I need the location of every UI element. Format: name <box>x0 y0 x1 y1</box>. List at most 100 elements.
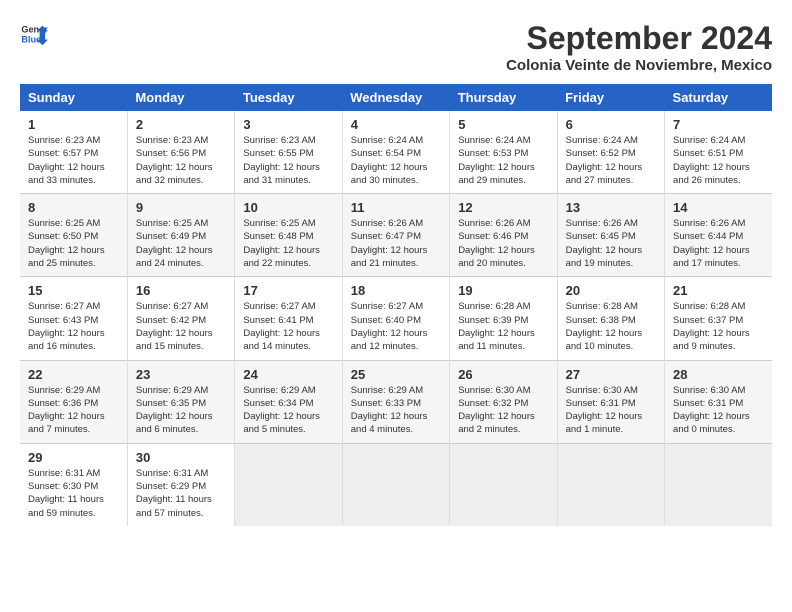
calendar-cell: 24 Sunrise: 6:29 AMSunset: 6:34 PMDayligh… <box>235 360 342 443</box>
calendar-cell: 30 Sunrise: 6:31 AMSunset: 6:29 PMDayligh… <box>127 443 234 526</box>
day-info: Sunrise: 6:26 AMSunset: 6:44 PMDaylight:… <box>673 217 764 270</box>
day-info: Sunrise: 6:24 AMSunset: 6:52 PMDaylight:… <box>566 134 656 187</box>
day-info: Sunrise: 6:28 AMSunset: 6:39 PMDaylight:… <box>458 300 548 353</box>
calendar-cell: 8 Sunrise: 6:25 AMSunset: 6:50 PMDaylight… <box>20 194 127 277</box>
calendar-cell: 21Sunrise: 6:28 AMSunset: 6:37 PMDayligh… <box>665 277 772 360</box>
calendar-subtitle: Colonia Veinte de Noviembre, Mexico <box>506 57 772 74</box>
day-number: 10 <box>243 200 333 215</box>
day-info: Sunrise: 6:31 AMSunset: 6:29 PMDaylight:… <box>136 467 226 520</box>
logo: General Blue <box>20 20 48 48</box>
calendar-cell: 16Sunrise: 6:27 AMSunset: 6:42 PMDayligh… <box>127 277 234 360</box>
day-number: 27 <box>566 367 656 382</box>
day-number: 9 <box>136 200 226 215</box>
calendar-week-row: 1Sunrise: 6:23 AMSunset: 6:57 PMDaylight… <box>20 111 772 194</box>
calendar-cell <box>450 443 557 526</box>
day-info: Sunrise: 6:27 AMSunset: 6:41 PMDaylight:… <box>243 300 333 353</box>
calendar-cell: 12 Sunrise: 6:26 AMSunset: 6:46 PMDayligh… <box>450 194 557 277</box>
calendar-cell: 7 Sunrise: 6:24 AMSunset: 6:51 PMDaylight… <box>665 111 772 194</box>
day-number: 18 <box>351 283 441 298</box>
day-number: 6 <box>566 117 656 132</box>
svg-text:Blue: Blue <box>21 34 41 44</box>
title-area: September 2024 Colonia Veinte de Noviemb… <box>506 20 772 74</box>
day-info: Sunrise: 6:28 AMSunset: 6:37 PMDaylight:… <box>673 300 764 353</box>
day-number: 8 <box>28 200 119 215</box>
weekday-header: Thursday <box>450 84 557 111</box>
calendar-title: September 2024 <box>506 20 772 57</box>
calendar-cell <box>342 443 449 526</box>
calendar-cell: 29Sunrise: 6:31 AMSunset: 6:30 PMDayligh… <box>20 443 127 526</box>
day-info: Sunrise: 6:29 AMSunset: 6:33 PMDaylight:… <box>351 384 441 437</box>
day-number: 25 <box>351 367 441 382</box>
day-info: Sunrise: 6:23 AMSunset: 6:55 PMDaylight:… <box>243 134 333 187</box>
day-number: 17 <box>243 283 333 298</box>
calendar-cell: 15 Sunrise: 6:27 AMSunset: 6:43 PMDayligh… <box>20 277 127 360</box>
calendar-cell: 3 Sunrise: 6:23 AMSunset: 6:55 PMDaylight… <box>235 111 342 194</box>
calendar-cell: 23 Sunrise: 6:29 AMSunset: 6:35 PMDayligh… <box>127 360 234 443</box>
day-info: Sunrise: 6:27 AMSunset: 6:43 PMDaylight:… <box>28 300 119 353</box>
day-number: 22 <box>28 367 119 382</box>
day-number: 11 <box>351 200 441 215</box>
calendar-cell: 6 Sunrise: 6:24 AMSunset: 6:52 PMDaylight… <box>557 111 664 194</box>
day-info: Sunrise: 6:28 AMSunset: 6:38 PMDaylight:… <box>566 300 656 353</box>
calendar-week-row: 22Sunrise: 6:29 AMSunset: 6:36 PMDayligh… <box>20 360 772 443</box>
day-number: 2 <box>136 117 226 132</box>
calendar-week-row: 15 Sunrise: 6:27 AMSunset: 6:43 PMDayligh… <box>20 277 772 360</box>
calendar-cell: 2 Sunrise: 6:23 AMSunset: 6:56 PMDaylight… <box>127 111 234 194</box>
day-number: 23 <box>136 367 226 382</box>
day-info: Sunrise: 6:29 AMSunset: 6:35 PMDaylight:… <box>136 384 226 437</box>
day-info: Sunrise: 6:27 AMSunset: 6:42 PMDaylight:… <box>136 300 226 353</box>
day-info: Sunrise: 6:30 AMSunset: 6:31 PMDaylight:… <box>566 384 656 437</box>
day-number: 14 <box>673 200 764 215</box>
weekday-header: Friday <box>557 84 664 111</box>
weekday-header: Monday <box>127 84 234 111</box>
day-number: 15 <box>28 283 119 298</box>
calendar-cell: 10 Sunrise: 6:25 AMSunset: 6:48 PMDayligh… <box>235 194 342 277</box>
day-info: Sunrise: 6:30 AMSunset: 6:32 PMDaylight:… <box>458 384 548 437</box>
day-info: Sunrise: 6:23 AMSunset: 6:56 PMDaylight:… <box>136 134 226 187</box>
calendar-header-row: SundayMondayTuesdayWednesdayThursdayFrid… <box>20 84 772 111</box>
calendar-cell: 26Sunrise: 6:30 AMSunset: 6:32 PMDayligh… <box>450 360 557 443</box>
day-number: 12 <box>458 200 548 215</box>
calendar-week-row: 8 Sunrise: 6:25 AMSunset: 6:50 PMDaylight… <box>20 194 772 277</box>
day-number: 29 <box>28 450 119 465</box>
day-info: Sunrise: 6:25 AMSunset: 6:48 PMDaylight:… <box>243 217 333 270</box>
logo-icon: General Blue <box>20 20 48 48</box>
weekday-header: Sunday <box>20 84 127 111</box>
day-info: Sunrise: 6:24 AMSunset: 6:53 PMDaylight:… <box>458 134 548 187</box>
day-number: 30 <box>136 450 226 465</box>
calendar-table: SundayMondayTuesdayWednesdayThursdayFrid… <box>20 84 772 526</box>
day-number: 7 <box>673 117 764 132</box>
day-number: 4 <box>351 117 441 132</box>
weekday-header: Tuesday <box>235 84 342 111</box>
day-info: Sunrise: 6:25 AMSunset: 6:49 PMDaylight:… <box>136 217 226 270</box>
calendar-cell: 11 Sunrise: 6:26 AMSunset: 6:47 PMDayligh… <box>342 194 449 277</box>
day-info: Sunrise: 6:24 AMSunset: 6:54 PMDaylight:… <box>351 134 441 187</box>
calendar-cell: 13Sunrise: 6:26 AMSunset: 6:45 PMDayligh… <box>557 194 664 277</box>
day-number: 19 <box>458 283 548 298</box>
calendar-cell: 28 Sunrise: 6:30 AMSunset: 6:31 PMDayligh… <box>665 360 772 443</box>
day-number: 1 <box>28 117 119 132</box>
header: General Blue September 2024 Colonia Vein… <box>20 20 772 74</box>
calendar-cell <box>665 443 772 526</box>
calendar-cell <box>235 443 342 526</box>
day-info: Sunrise: 6:30 AMSunset: 6:31 PMDaylight:… <box>673 384 764 437</box>
day-info: Sunrise: 6:25 AMSunset: 6:50 PMDaylight:… <box>28 217 119 270</box>
calendar-cell: 5 Sunrise: 6:24 AMSunset: 6:53 PMDaylight… <box>450 111 557 194</box>
day-info: Sunrise: 6:26 AMSunset: 6:46 PMDaylight:… <box>458 217 548 270</box>
day-number: 28 <box>673 367 764 382</box>
calendar-cell: 14 Sunrise: 6:26 AMSunset: 6:44 PMDayligh… <box>665 194 772 277</box>
day-info: Sunrise: 6:29 AMSunset: 6:34 PMDaylight:… <box>243 384 333 437</box>
day-info: Sunrise: 6:27 AMSunset: 6:40 PMDaylight:… <box>351 300 441 353</box>
day-info: Sunrise: 6:26 AMSunset: 6:47 PMDaylight:… <box>351 217 441 270</box>
calendar-cell: 25 Sunrise: 6:29 AMSunset: 6:33 PMDayligh… <box>342 360 449 443</box>
calendar-cell: 1Sunrise: 6:23 AMSunset: 6:57 PMDaylight… <box>20 111 127 194</box>
weekday-header: Wednesday <box>342 84 449 111</box>
calendar-week-row: 29Sunrise: 6:31 AMSunset: 6:30 PMDayligh… <box>20 443 772 526</box>
calendar-cell: 4 Sunrise: 6:24 AMSunset: 6:54 PMDaylight… <box>342 111 449 194</box>
day-info: Sunrise: 6:26 AMSunset: 6:45 PMDaylight:… <box>566 217 656 270</box>
day-number: 20 <box>566 283 656 298</box>
day-number: 3 <box>243 117 333 132</box>
day-number: 24 <box>243 367 333 382</box>
day-number: 5 <box>458 117 548 132</box>
day-info: Sunrise: 6:24 AMSunset: 6:51 PMDaylight:… <box>673 134 764 187</box>
